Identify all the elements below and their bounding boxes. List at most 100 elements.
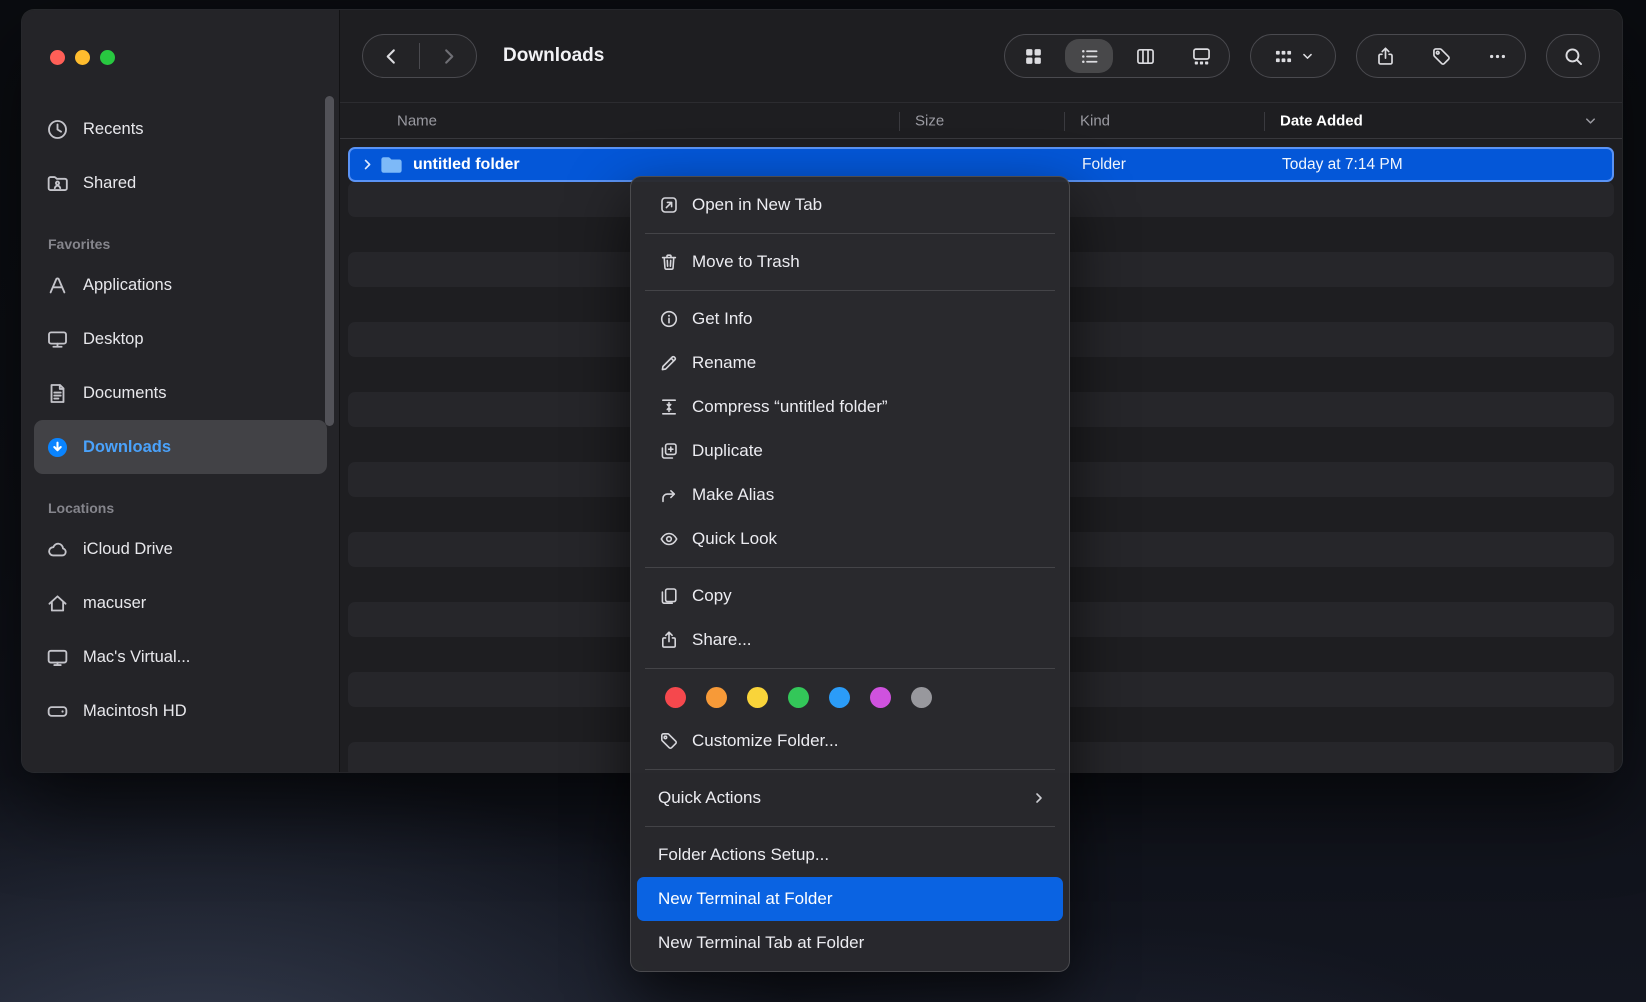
column-header-size[interactable]: Size	[915, 112, 944, 129]
column-header-kind[interactable]: Kind	[1080, 112, 1110, 129]
sidebar-item-icloud-drive[interactable]: iCloud Drive	[34, 522, 327, 576]
file-name: untitled folder	[413, 155, 520, 173]
ellipsis-icon	[1487, 46, 1508, 67]
clock-icon	[46, 118, 69, 141]
menu-separator	[645, 567, 1055, 568]
menu-item-new-terminal-at-folder[interactable]: New Terminal at Folder	[637, 877, 1063, 921]
tag-dot-purple[interactable]	[870, 686, 891, 708]
tag-dot-green[interactable]	[788, 686, 809, 708]
menu-item-label: Rename	[692, 353, 757, 372]
tags-button[interactable]	[1413, 35, 1469, 77]
columns-view-icon	[1135, 46, 1156, 67]
sidebar-section-favorites: Favorites	[48, 236, 111, 252]
share-icon	[658, 629, 680, 651]
nav-buttons-group	[362, 34, 477, 78]
share-button[interactable]	[1357, 35, 1413, 77]
sidebar: Recents Shared Favorites Applications De…	[22, 10, 340, 772]
menu-item-compress[interactable]: Compress “untitled folder”	[637, 385, 1063, 429]
hard-drive-icon	[46, 700, 69, 723]
menu-item-make-alias[interactable]: Make Alias	[637, 473, 1063, 517]
menu-item-duplicate[interactable]: Duplicate	[637, 429, 1063, 473]
column-header-date-added[interactable]: Date Added	[1280, 112, 1363, 129]
menu-item-quick-actions[interactable]: Quick Actions	[637, 776, 1063, 820]
group-by-button[interactable]	[1251, 35, 1335, 77]
tag-icon	[658, 730, 680, 752]
menu-item-label: Quick Look	[692, 529, 778, 548]
sort-direction-chevron-icon	[1583, 113, 1598, 128]
view-icons-button[interactable]	[1005, 35, 1061, 77]
tag-dot-red[interactable]	[665, 686, 686, 708]
sidebar-item-desktop[interactable]: Desktop	[34, 312, 327, 366]
display-icon	[46, 646, 69, 669]
sidebar-item-label: Recents	[83, 119, 144, 138]
menu-item-label: Move to Trash	[692, 252, 800, 271]
menu-item-move-to-trash[interactable]: Move to Trash	[637, 240, 1063, 284]
window-controls	[50, 50, 115, 65]
disclosure-chevron-icon[interactable]	[360, 157, 375, 172]
submenu-chevron-icon	[1031, 790, 1047, 806]
minimize-window-button[interactable]	[75, 50, 90, 65]
chevron-right-icon	[438, 46, 459, 67]
tag-dot-gray[interactable]	[911, 686, 932, 708]
menu-item-label: Compress “untitled folder”	[692, 397, 888, 416]
column-header-name[interactable]: Name	[397, 112, 437, 129]
column-divider	[1064, 112, 1065, 131]
menu-separator	[645, 290, 1055, 291]
view-list-button[interactable]	[1065, 39, 1113, 73]
menu-item-folder-actions-setup[interactable]: Folder Actions Setup...	[637, 833, 1063, 877]
menu-item-open-in-new-tab[interactable]: Open in New Tab	[637, 183, 1063, 227]
sidebar-item-documents[interactable]: Documents	[34, 366, 327, 420]
sidebar-nav: Recents Shared Favorites Applications De…	[22, 102, 339, 738]
tag-dot-orange[interactable]	[706, 686, 727, 708]
sidebar-item-label: macuser	[83, 593, 147, 612]
menu-item-copy[interactable]: Copy	[637, 574, 1063, 618]
pencil-icon	[658, 352, 680, 374]
view-columns-button[interactable]	[1117, 35, 1173, 77]
sidebar-item-label: Documents	[83, 383, 167, 402]
close-window-button[interactable]	[50, 50, 65, 65]
menu-item-label: Open in New Tab	[692, 195, 823, 214]
cloud-icon	[46, 538, 69, 561]
tag-dot-blue[interactable]	[829, 686, 850, 708]
menu-item-customize-folder[interactable]: Customize Folder...	[637, 719, 1063, 763]
toolbar: Downloads	[340, 10, 1622, 102]
sidebar-item-home[interactable]: macuser	[34, 576, 327, 630]
downloads-icon	[46, 436, 69, 459]
applications-icon	[46, 274, 69, 297]
more-actions-button[interactable]	[1469, 35, 1525, 77]
sidebar-scrollbar[interactable]	[325, 96, 334, 426]
menu-item-share[interactable]: Share...	[637, 618, 1063, 662]
back-button[interactable]	[363, 35, 419, 77]
sidebar-item-shared[interactable]: Shared	[34, 156, 327, 210]
gallery-view-icon	[1191, 46, 1212, 67]
sidebar-item-macintosh-hd[interactable]: Macintosh HD	[34, 684, 327, 738]
view-gallery-button[interactable]	[1173, 35, 1229, 77]
menu-item-new-terminal-tab-at-folder[interactable]: New Terminal Tab at Folder	[637, 921, 1063, 965]
forward-button[interactable]	[420, 35, 476, 77]
search-icon	[1563, 46, 1584, 67]
sidebar-item-downloads[interactable]: Downloads	[34, 420, 327, 474]
tag-dot-yellow[interactable]	[747, 686, 768, 708]
menu-item-label: Make Alias	[692, 485, 775, 504]
file-kind: Folder	[1082, 155, 1126, 173]
menu-item-label: Share...	[692, 630, 752, 649]
sidebar-item-applications[interactable]: Applications	[34, 258, 327, 312]
sidebar-item-label: Macintosh HD	[83, 701, 187, 720]
tag-icon	[1431, 46, 1452, 67]
menu-item-get-info[interactable]: Get Info	[637, 297, 1063, 341]
menu-item-quick-look[interactable]: Quick Look	[637, 517, 1063, 561]
copy-icon	[658, 585, 680, 607]
sidebar-item-recents[interactable]: Recents	[34, 102, 327, 156]
sidebar-item-virtual-machine[interactable]: Mac's Virtual...	[34, 630, 327, 684]
zoom-window-button[interactable]	[100, 50, 115, 65]
menu-item-tags	[637, 675, 1063, 719]
menu-item-rename[interactable]: Rename	[637, 341, 1063, 385]
grid-view-icon	[1023, 46, 1044, 67]
sidebar-item-label: Mac's Virtual...	[83, 647, 191, 666]
column-headers: Name Size Kind Date Added	[340, 102, 1622, 139]
menu-item-label: Quick Actions	[658, 788, 761, 807]
search-button[interactable]	[1547, 35, 1599, 77]
list-view-icon	[1079, 46, 1100, 67]
share-icon	[1375, 46, 1396, 67]
open-in-new-tab-icon	[658, 194, 680, 216]
